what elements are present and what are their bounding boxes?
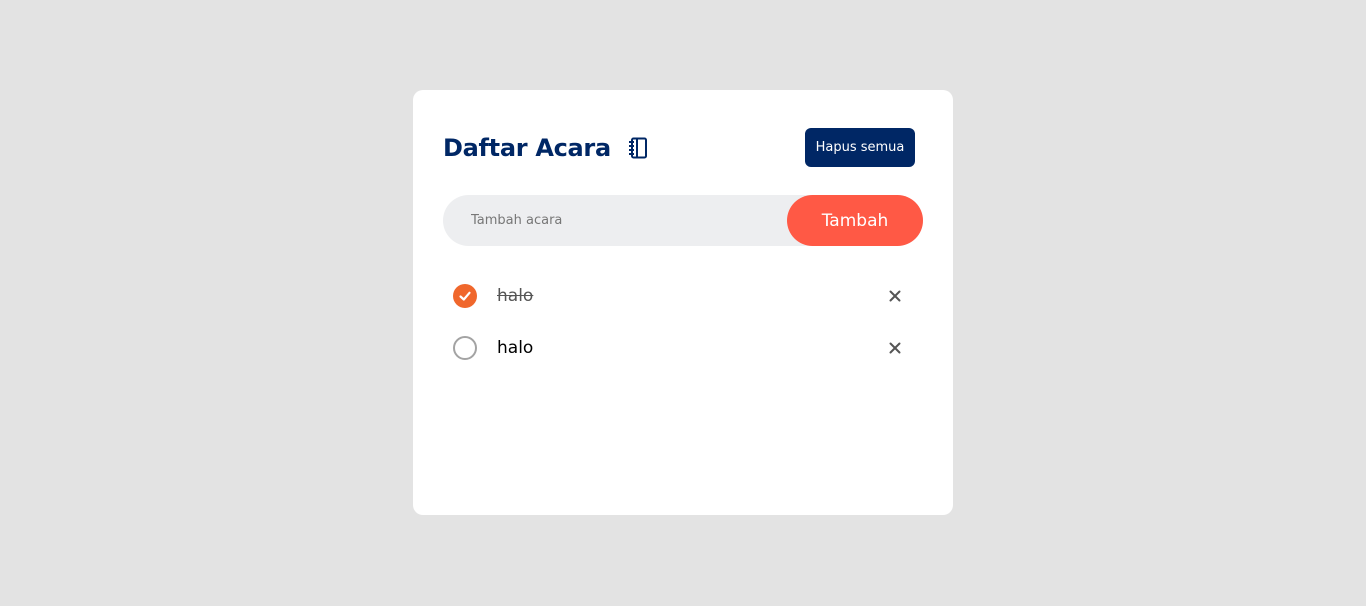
unchecked-checkbox-icon[interactable] <box>453 336 477 360</box>
event-input[interactable] <box>471 195 771 246</box>
list-item-label: halo <box>497 286 534 306</box>
list-item-label: halo <box>497 338 534 358</box>
close-icon[interactable] <box>887 288 903 304</box>
event-list: halo halo <box>453 270 913 374</box>
add-event-form: Tambah <box>443 195 923 246</box>
title-wrap: Daftar Acara <box>443 128 650 168</box>
clear-all-button[interactable]: Hapus semua <box>805 128 915 167</box>
page-title: Daftar Acara <box>443 134 611 162</box>
todo-card: Daftar Acara Hapus semua Tambah acara Ta… <box>413 90 953 515</box>
header: Daftar Acara Hapus semua <box>443 128 915 168</box>
list-item[interactable]: halo <box>453 322 913 374</box>
checked-checkbox-icon[interactable] <box>453 284 477 308</box>
close-icon[interactable] <box>887 340 903 356</box>
list-item[interactable]: halo <box>453 270 913 322</box>
notebook-icon <box>626 136 650 160</box>
add-button[interactable]: Tambah <box>787 195 923 246</box>
